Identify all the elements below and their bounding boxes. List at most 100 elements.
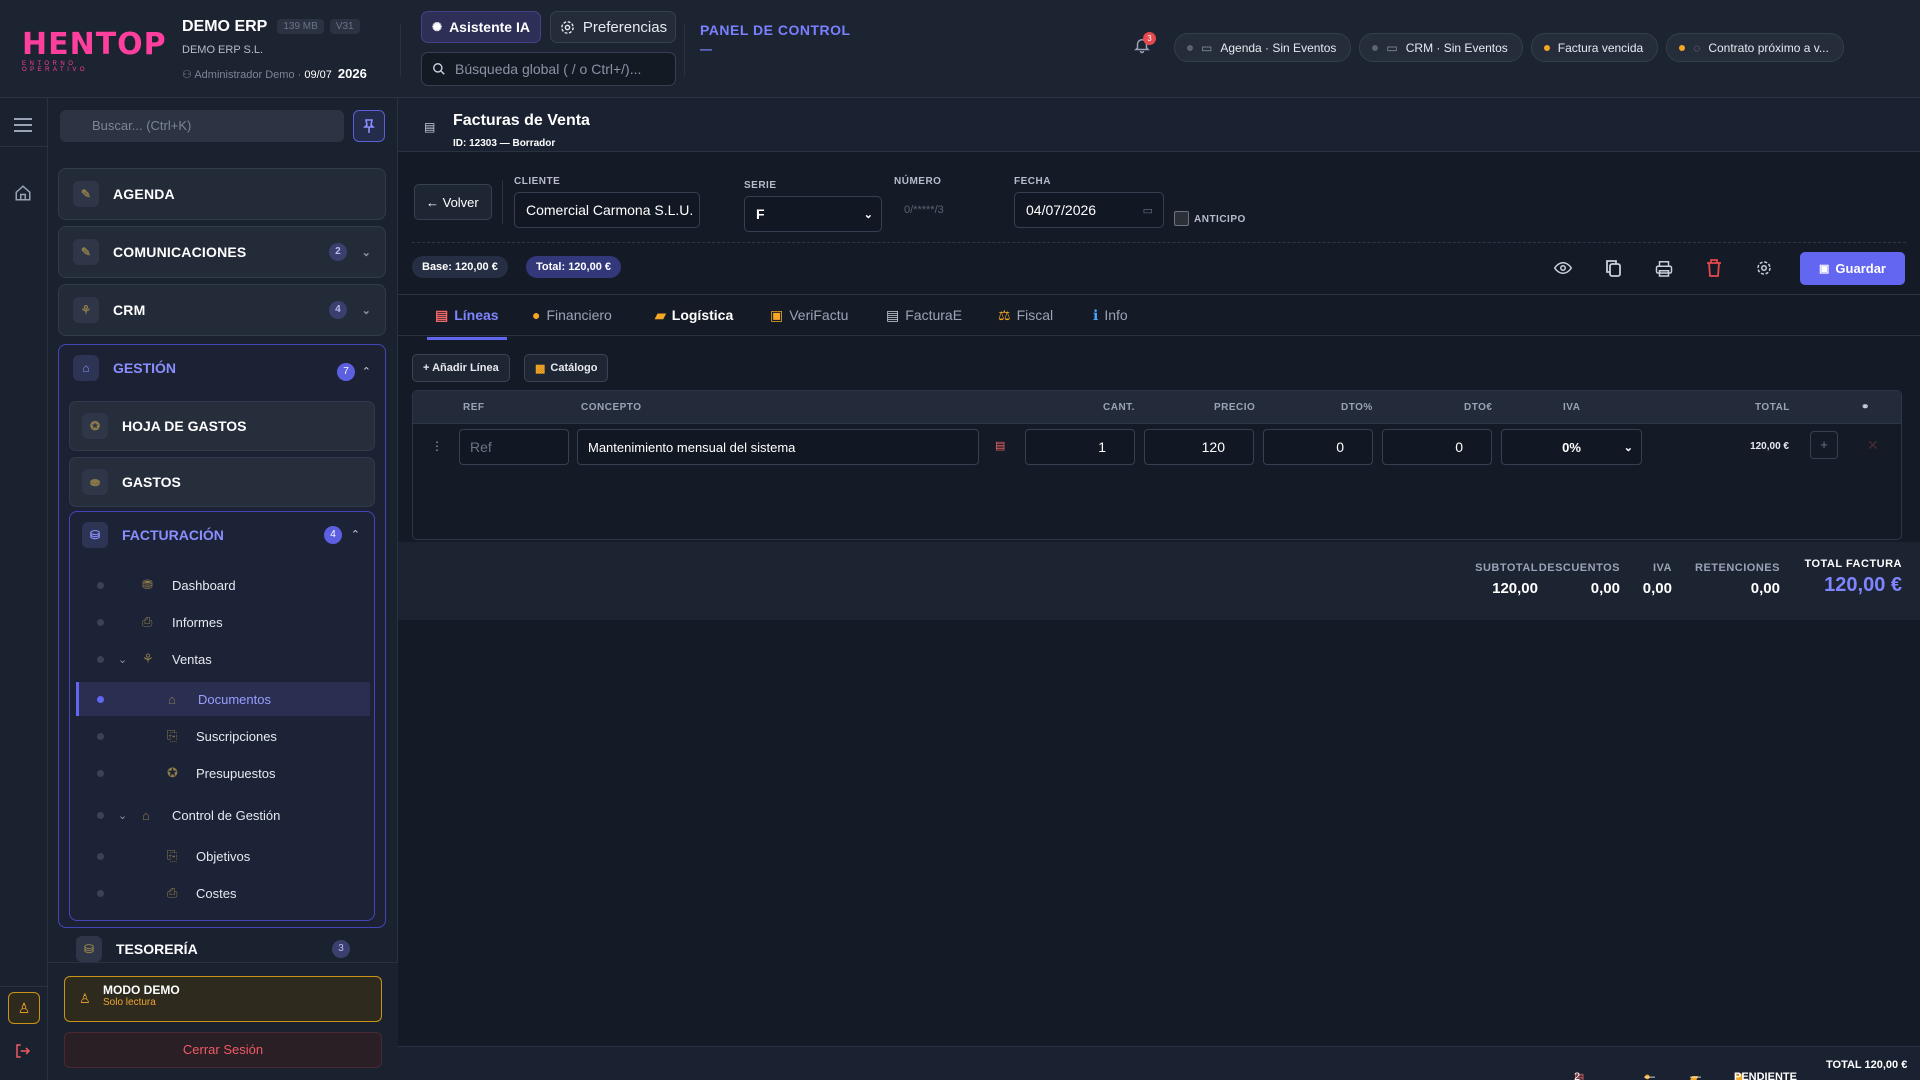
contract-chip[interactable]: ◌ Contrato próximo a v... xyxy=(1666,33,1844,62)
chevron-down-icon: ⌄ xyxy=(361,246,371,259)
vat-select[interactable]: 0% ⌄ xyxy=(1501,429,1642,465)
drag-handle-icon[interactable]: ⋮ xyxy=(431,439,443,453)
note-icon[interactable]: ▤ xyxy=(995,439,1005,452)
tab-verifactu[interactable]: ▣ VeriFactu xyxy=(770,307,848,324)
discount-eur-input[interactable]: 0 xyxy=(1382,429,1492,465)
sidebar-item-suscripciones[interactable]: ⎘ Suscripciones xyxy=(70,719,376,753)
pin-button[interactable] xyxy=(353,110,385,142)
icon-rail: ♙ xyxy=(0,98,48,1080)
sidebar-item-documentos[interactable]: ⌂ Documentos xyxy=(76,682,370,716)
client-field[interactable]: Comercial Carmona S.L.U. xyxy=(514,192,700,228)
sidebar-item-hoja-gastos[interactable]: ✪ HOJA DE GASTOS xyxy=(69,401,375,451)
gear-icon[interactable] xyxy=(1755,259,1773,277)
sidebar-item-informes[interactable]: ⎙ Informes xyxy=(70,605,376,639)
menu-icon[interactable] xyxy=(14,118,32,132)
sidebar-item-objetivos[interactable]: ⎘ Objetivos xyxy=(70,839,376,873)
top-bar: HENTOP ENTORNO OPERATIVO DEMO ERP 139 MB V… xyxy=(0,0,1920,98)
agenda-chip[interactable]: ▭ Agenda · Sin Eventos xyxy=(1174,33,1352,62)
tab-lineas[interactable]: ▤ Líneas xyxy=(427,307,507,340)
withholdings: RETENCIONES 0,00 xyxy=(1695,562,1780,597)
logout-button[interactable]: Cerrar Sesión xyxy=(64,1032,382,1068)
sidebar-item-costes[interactable]: ⎙ Costes xyxy=(70,876,376,910)
tab-fiscal[interactable]: ⚖ Fiscal xyxy=(998,307,1053,324)
global-search-input[interactable]: Búsqueda global ( / o Ctrl+/)... xyxy=(421,52,676,86)
sidebar-item-presupuestos[interactable]: ✪ Presupuestos xyxy=(70,756,376,790)
document-icon: ▤ xyxy=(886,307,900,323)
price-input[interactable]: 120 xyxy=(1144,429,1254,465)
facturacion-header[interactable]: ⛁ FACTURACIÓN xyxy=(82,522,224,548)
clock-icon: ◌ xyxy=(1693,40,1701,55)
number-field: 0/*****/3 xyxy=(904,204,944,216)
gestion-header[interactable]: ⌂ GESTIÓN xyxy=(73,355,176,381)
document-id: ID: 12303 — Borrador xyxy=(453,138,556,149)
subscription-icon: ⎘ xyxy=(167,728,178,743)
sidebar: Buscar... (Ctrl+K) ✎ AGENDA ✎ COMUNICACION… xyxy=(48,98,398,1080)
ai-assistant-button[interactable]: ✺ Asistente IA xyxy=(421,11,541,43)
user-info[interactable]: ⚇ Administrador Demo · 09/07 2026 xyxy=(182,66,367,81)
tab-facturae[interactable]: ▤ FacturaE xyxy=(886,307,962,324)
ref-input[interactable]: Ref xyxy=(459,429,569,465)
sidebar-section-crm[interactable]: ⚘ CRM 4 ⌄ xyxy=(58,284,386,336)
preview-icon[interactable] xyxy=(1554,260,1572,276)
copy-icon[interactable] xyxy=(1605,259,1621,277)
back-button[interactable]: ← Volver xyxy=(414,184,492,220)
sidebar-item-ventas[interactable]: ⌄ ⚘ Ventas xyxy=(70,642,376,676)
scales-icon: ⚖ xyxy=(998,307,1011,323)
sidebar-section-gestion: ⌂ GESTIÓN 7 ⌃ ✪ HOJA DE GASTOS ⛂ GASTOS ⛁ FA… xyxy=(58,344,386,928)
notifications-button[interactable]: 3 xyxy=(1133,32,1156,54)
sidebar-item-tesoreria[interactable]: ⛁ TESORERÍA 3 xyxy=(68,936,388,962)
add-row-button[interactable]: + xyxy=(1810,431,1838,459)
cost-icon: ⎙ xyxy=(167,885,178,900)
money-bag-icon: ● xyxy=(532,307,541,323)
crm-chip[interactable]: ▭ CRM · Sin Eventos xyxy=(1359,33,1523,62)
totals-panel: SUBTOTAL 120,00 DESCUENTOS 0,00 IVA 0,00 RE… xyxy=(398,542,1920,620)
home-icon[interactable] xyxy=(14,184,32,202)
version-badge: V31 xyxy=(329,19,360,34)
add-line-button[interactable]: + Añadir Línea xyxy=(412,354,510,382)
event-chips: ▭ Agenda · Sin Eventos ▭ CRM · Sin Eventos… xyxy=(1174,33,1844,62)
close-icon[interactable]: ✕ xyxy=(1867,437,1879,454)
catalog-button[interactable]: ▩ Catálogo xyxy=(524,354,609,382)
flask-icon[interactable]: ♙ xyxy=(8,992,40,1024)
sidebar-item-dashboard[interactable]: ⛃ Dashboard xyxy=(70,568,376,602)
document-icon: ▤ xyxy=(424,120,436,134)
invoice-total: TOTAL FACTURA 120,00 € xyxy=(1804,558,1902,596)
advance-checkbox[interactable] xyxy=(1174,211,1189,226)
sparkle-icon: ✺ xyxy=(432,20,443,34)
sidebar-search-input[interactable]: Buscar... (Ctrl+K) xyxy=(60,110,344,142)
date-field[interactable]: 04/07/2026 ▭ xyxy=(1014,192,1164,228)
app-info: DEMO ERP 139 MB V31 DEMO ERP S.L. ⚇ Admini… xyxy=(182,18,367,81)
agenda-icon: ✎ xyxy=(73,181,99,207)
sidebar-item-control-gestion[interactable]: ⌄ ⌂ Control de Gestión xyxy=(70,798,376,832)
chevron-down-icon: ⌄ xyxy=(118,809,128,822)
print-icon[interactable] xyxy=(1655,260,1673,277)
search-icon xyxy=(432,62,446,76)
tab-info[interactable]: ℹ Info xyxy=(1093,307,1128,324)
preferences-button[interactable]: Preferencias xyxy=(550,11,676,43)
tab-financiero[interactable]: ● Financiero xyxy=(532,307,612,323)
panel-title[interactable]: PANEL DE CONTROL — xyxy=(700,22,851,56)
chevron-down-icon: ⌄ xyxy=(361,304,371,317)
discount-pct-input[interactable]: 0 xyxy=(1263,429,1373,465)
expense-sheet-icon: ✪ xyxy=(82,413,108,439)
sidebar-section-comunicaciones[interactable]: ✎ COMUNICACIONES 2 ⌄ xyxy=(58,226,386,278)
tab-bar: ▤ Líneas ● Financiero ▰ Logística ▣ VeriFact… xyxy=(398,294,1920,340)
status-bar: ▤ 2 líneas ● — ▰ — ▣ PENDIENTE TOTAL 120… xyxy=(398,1046,1920,1080)
calendar-icon: ▭ xyxy=(1142,204,1153,217)
subtotal: SUBTOTAL 120,00 xyxy=(1475,562,1538,597)
logout-icon[interactable] xyxy=(14,1042,32,1060)
tab-logistica[interactable]: ▰ Logística xyxy=(655,307,733,324)
notification-count: 3 xyxy=(1143,32,1156,45)
company-name: DEMO ERP S.L. xyxy=(182,44,264,56)
overdue-invoice-chip[interactable]: Factura vencida xyxy=(1530,33,1659,62)
sidebar-section-agenda[interactable]: ✎ AGENDA xyxy=(58,168,386,220)
flask-icon: ♙ xyxy=(79,991,91,1006)
crm-icon: ▭ xyxy=(1386,40,1398,55)
sidebar-item-gastos[interactable]: ⛂ GASTOS xyxy=(69,457,375,507)
quantity-input[interactable]: 1 xyxy=(1025,429,1135,465)
concept-input[interactable]: Mantenimiento mensual del sistema xyxy=(577,429,979,465)
series-select[interactable]: F ⌄ xyxy=(744,196,882,232)
delete-icon[interactable] xyxy=(1706,259,1722,277)
logo: HENTOP ENTORNO OPERATIVO xyxy=(22,27,167,74)
save-button[interactable]: ▣ Guardar xyxy=(1800,252,1905,285)
